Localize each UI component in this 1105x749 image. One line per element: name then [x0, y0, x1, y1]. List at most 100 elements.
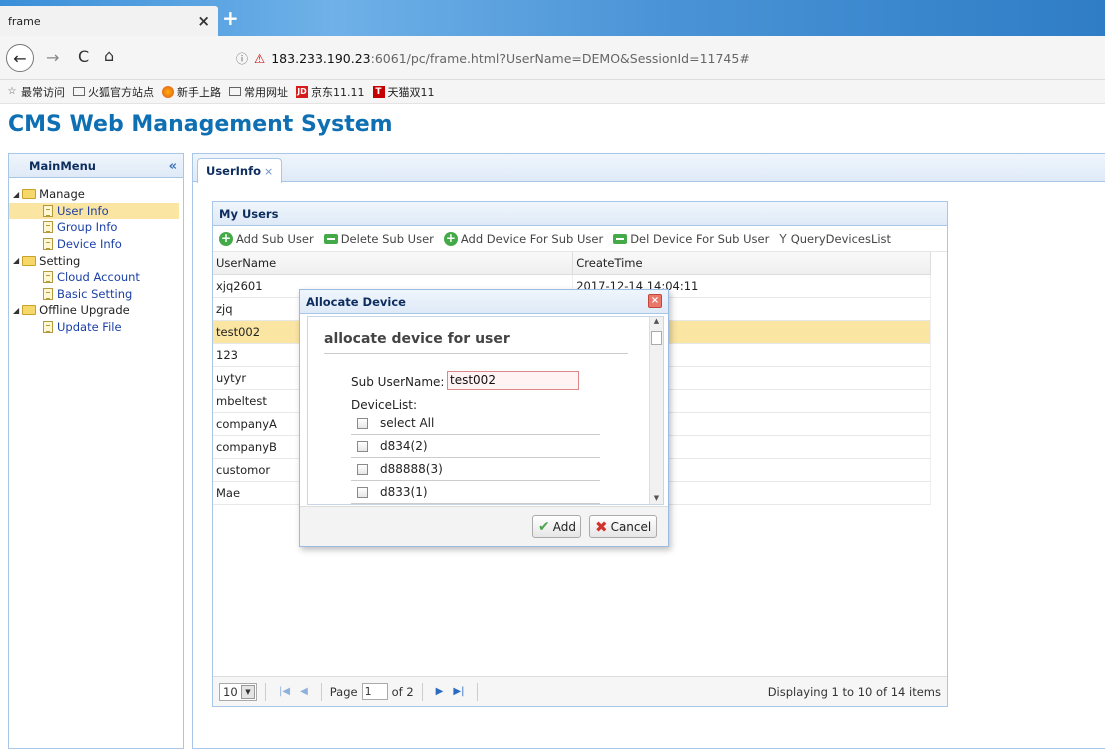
tree-node-setting[interactable]: ◢ Setting: [9, 252, 183, 269]
bookmarks-bar: ☆ 最常访问 火狐官方站点 新手上路 常用网址 JD 京东11.11 T 天猫双…: [0, 80, 1105, 104]
close-tab-icon[interactable]: ×: [264, 165, 273, 178]
address-bar[interactable]: ⓘ ⚠ 183.233.190.23 :6061/pc/frame.html?U…: [236, 46, 1096, 70]
bookmark-firefox-site[interactable]: 火狐官方站点: [73, 84, 154, 100]
browser-tab[interactable]: frame ×: [0, 6, 218, 36]
expand-triangle-icon[interactable]: ◢: [13, 256, 19, 265]
bookmark-common-sites[interactable]: 常用网址: [229, 84, 288, 100]
page-number-input[interactable]: 1: [361, 683, 388, 700]
table-header-row: UserName CreateTime: [213, 252, 931, 275]
page-label: Page: [329, 684, 358, 699]
bookmark-label: 京东11.11: [311, 85, 365, 99]
device-label: d88888(3): [380, 462, 443, 476]
page-size-select[interactable]: 10 ▼: [219, 682, 257, 701]
button-label: Add Device For Sub User: [460, 231, 604, 246]
tab-userinfo[interactable]: UserInfo ×: [197, 158, 283, 183]
bookmark-label: 新手上路: [177, 85, 221, 99]
firefox-icon: [162, 85, 174, 98]
dialog-scrollbar[interactable]: ▲ ▼: [649, 317, 663, 504]
document-icon: [43, 204, 53, 217]
button-label: Delete Sub User: [340, 231, 434, 246]
expand-triangle-icon[interactable]: ◢: [13, 306, 19, 315]
device-item-partial[interactable]: [351, 504, 600, 505]
collapse-icon[interactable]: «: [169, 159, 177, 174]
browser-tab-bar: frame × +: [0, 0, 1105, 36]
bookmark-tmall[interactable]: T 天猫双11: [372, 84, 435, 100]
tree-label: Update File: [57, 320, 122, 335]
tab-label: UserInfo: [206, 164, 262, 178]
last-page-icon[interactable]: ▶|: [453, 686, 464, 697]
query-devices-list-button[interactable]: Y QueryDevicesList: [779, 232, 891, 246]
column-header-createtime[interactable]: CreateTime: [572, 252, 931, 275]
dialog-header: Allocate Device ×: [300, 290, 668, 314]
cancel-button[interactable]: ✖ Cancel: [589, 515, 657, 538]
prev-page-icon[interactable]: ◀: [300, 686, 308, 697]
scroll-up-icon[interactable]: ▲: [650, 317, 663, 329]
pagination-bar: 10 ▼ |◀ ◀ Page 1 of 2 ▶ ▶| Displaying 1 …: [213, 676, 947, 706]
button-label: Del Device For Sub User: [630, 231, 770, 246]
remove-icon: [323, 233, 338, 244]
document-icon: [43, 287, 53, 300]
button-label: Add Sub User: [236, 231, 314, 246]
device-item-select-all[interactable]: select All: [351, 412, 600, 435]
device-label: d834(2): [380, 439, 428, 453]
add-button[interactable]: ✔ Add: [532, 515, 581, 538]
device-item[interactable]: d88888(3): [351, 458, 600, 481]
add-icon: +: [443, 230, 458, 246]
tree-node-offline-upgrade[interactable]: ◢ Offline Upgrade: [9, 302, 183, 319]
scroll-thumb[interactable]: [651, 331, 662, 345]
device-item[interactable]: d833(1): [351, 481, 600, 504]
sub-username-input[interactable]: test002: [447, 371, 579, 390]
checkbox[interactable]: [357, 486, 368, 498]
info-icon[interactable]: ⓘ: [236, 50, 248, 67]
tmall-icon: T: [372, 85, 385, 98]
next-page-icon[interactable]: ▶: [436, 686, 444, 697]
reload-icon[interactable]: C: [78, 47, 89, 66]
checkbox[interactable]: [357, 417, 368, 429]
tree-node-group-info[interactable]: Group Info: [9, 219, 183, 236]
del-device-for-sub-user-button[interactable]: Del Device For Sub User: [613, 232, 769, 246]
first-page-icon[interactable]: |◀: [279, 686, 290, 697]
tree-node-basic-setting[interactable]: Basic Setting: [9, 286, 183, 303]
tree-node-manage[interactable]: ◢ Manage: [9, 186, 183, 203]
filter-icon: Y: [779, 231, 787, 246]
tree-label: Group Info: [57, 220, 118, 235]
document-icon: [43, 321, 53, 334]
new-tab-icon[interactable]: +: [222, 8, 239, 28]
close-tab-icon[interactable]: ×: [197, 12, 210, 30]
tree-label: Setting: [39, 253, 81, 268]
delete-sub-user-button[interactable]: Delete Sub User: [323, 231, 434, 246]
device-item[interactable]: d834(2): [351, 435, 600, 458]
folder-icon: [22, 189, 37, 200]
checkbox[interactable]: [357, 463, 368, 475]
forward-icon[interactable]: →: [46, 48, 59, 67]
tree-node-cloud-account[interactable]: Cloud Account: [9, 269, 183, 286]
scroll-down-icon[interactable]: ▼: [650, 494, 663, 504]
column-header-username[interactable]: UserName: [213, 252, 574, 275]
dropdown-arrow-icon[interactable]: ▼: [241, 684, 255, 699]
device-label: select All: [380, 416, 435, 430]
remove-icon: [613, 233, 628, 244]
close-icon[interactable]: ×: [648, 294, 662, 308]
home-icon[interactable]: ⌂: [104, 46, 114, 65]
star-icon: ☆: [7, 85, 17, 97]
document-icon: [43, 238, 53, 251]
tree-node-device-info[interactable]: Device Info: [9, 236, 183, 253]
add-device-for-sub-user-button[interactable]: + Add Device For Sub User: [443, 230, 604, 246]
folder-icon: [22, 255, 37, 266]
pager-info: Displaying 1 to 10 of 14 items: [767, 684, 941, 699]
expand-triangle-icon[interactable]: ◢: [13, 190, 19, 199]
pager-separator: [477, 682, 479, 701]
folder-icon: [73, 87, 85, 96]
bookmark-jd[interactable]: JD 京东11.11: [296, 84, 365, 100]
tree-node-update-file[interactable]: Update File: [9, 319, 183, 336]
bookmark-most-visited[interactable]: ☆ 最常访问: [6, 84, 65, 100]
grid-toolbar: + Add Sub User Delete Sub User + Add Dev…: [213, 226, 947, 252]
bookmark-getting-started[interactable]: 新手上路: [162, 84, 221, 100]
button-label: QueryDevicesList: [790, 231, 892, 246]
add-sub-user-button[interactable]: + Add Sub User: [219, 231, 314, 246]
checkbox[interactable]: [357, 440, 368, 452]
tree-node-user-info[interactable]: User Info: [9, 202, 179, 220]
device-list: select All d834(2) d88888(3) d833(1): [351, 412, 600, 505]
browser-nav-bar: ← → C ⌂ ⓘ ⚠ 183.233.190.23 :6061/pc/fram…: [0, 36, 1105, 80]
back-icon[interactable]: ←: [6, 44, 34, 72]
